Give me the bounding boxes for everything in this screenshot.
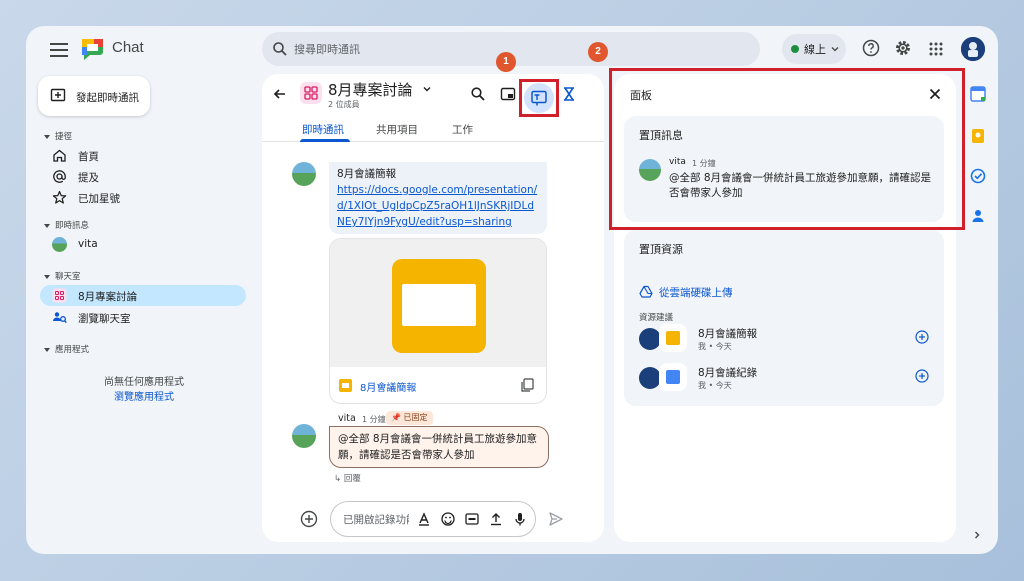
nav-mentions[interactable]: 提及 [40,166,246,187]
shared-link[interactable]: https://docs.google.com/presentation/d/1… [337,182,539,230]
link-preview-card[interactable]: 8月會議簡報 [329,238,547,404]
pin-icon: 📌 [391,413,401,422]
active-tab-indicator [300,139,350,142]
suggested-resources-label: 資源建議 [639,313,674,323]
resource-meta: 我 • 今天 [698,381,732,390]
no-apps-text: 尚無任何應用程式 [104,377,184,388]
highlight-box-pinned-messages [609,68,965,230]
message-text: 8月會議簡報 [337,168,397,180]
space-grid-icon [52,288,67,303]
star-icon [52,190,67,205]
keep-notes-icon[interactable] [970,128,986,144]
nav-starred[interactable]: 已加星號 [40,187,246,208]
nav-browse-spaces[interactable]: 瀏覽聊天室 [40,307,246,328]
room-name[interactable]: 8月專案討論 [328,79,413,100]
chat-pane: 8月專案討論 2 位成員 即時通訊 共用項目 工作 8月會議簡報 https:/… [262,74,604,542]
nav-home[interactable]: 首頁 [40,145,246,166]
tab-tasks[interactable]: 工作 [452,122,473,137]
pinned-message-bubble[interactable]: @全部 8月會議會一併統計員工旅遊參加意願，請確認是否會帶家人參加 [329,426,549,468]
search-icon [272,41,288,57]
resource-row-docs[interactable]: 8月會議紀錄 我 • 今天 [639,363,937,395]
section-shortcuts[interactable]: 捷徑 [44,130,72,142]
pinned-resources-heading: 置頂資源 [639,243,683,256]
status-label: 線上 [804,43,826,56]
tasks-panel-icon[interactable] [560,85,580,105]
member-count[interactable]: 2 位成員 [328,99,360,110]
main-menu-icon[interactable] [48,40,70,60]
resource-name: 8月會議簡報 [698,328,758,340]
at-sign-icon [52,169,67,184]
owner-avatar [639,328,661,350]
slides-large-icon [392,259,486,353]
message-time: 1 分鐘 [362,415,386,424]
resource-row-slides[interactable]: 8月會議簡報 我 • 今天 [639,324,937,356]
upload-icon[interactable] [489,512,503,526]
new-chat-button[interactable]: 發起即時通訊 [38,76,150,116]
room-tabs: 即時通訊 共用項目 工作 [262,118,604,142]
browse-apps-link[interactable]: 瀏覽應用程式 [56,388,232,403]
chevron-down-icon [830,44,840,54]
step-callout-1: 1 [496,52,516,72]
resource-name: 8月會議紀錄 [698,367,758,379]
calendar-icon[interactable] [970,86,986,102]
app-title: Chat [112,39,144,56]
message-avatar[interactable] [292,162,316,186]
browse-spaces-icon [52,310,67,325]
message-composer [330,501,536,537]
slides-icon [339,379,352,392]
chat-logo-icon [80,37,106,61]
nav-dm-vita[interactable]: vita [40,234,246,255]
gif-icon[interactable] [465,512,479,526]
apps-grid-icon[interactable] [928,41,944,57]
section-direct-messages[interactable]: 即時訊息 [44,219,89,231]
slides-file-icon [659,324,687,352]
app-window: Chat 線上 發起即時通訊 捷徑 [26,26,998,554]
contacts-icon[interactable] [970,208,986,224]
online-status-dot [791,45,799,53]
emoji-icon[interactable] [441,512,455,526]
text-format-icon[interactable] [417,512,431,526]
tasks-icon[interactable] [970,168,986,184]
nav-space-august-project[interactable]: 8月專案討論 [40,285,246,306]
pinned-resources-card: 置頂資源 從雲端硬碟上傳 資源建議 8月會議簡報 我 • 今天 8月會議紀錄 我… [624,230,944,406]
section-spaces[interactable]: 聊天室 [44,270,81,282]
vita-message-avatar[interactable] [292,424,316,448]
docs-file-icon [659,363,687,391]
account-avatar[interactable] [961,37,985,61]
add-resource-icon[interactable] [915,330,929,344]
send-icon[interactable] [548,511,564,527]
tab-shared-items[interactable]: 共用項目 [376,122,418,137]
add-resource-icon[interactable] [915,369,929,383]
highlight-box-pin-button [519,79,559,117]
home-icon [52,148,67,163]
search-in-room-icon[interactable] [470,86,490,106]
status-selector[interactable]: 線上 [782,34,846,64]
help-icon[interactable] [862,39,880,57]
vita-avatar [52,237,67,252]
tab-chat[interactable]: 即時通訊 [302,122,344,137]
copy-icon[interactable] [520,378,534,392]
microphone-icon[interactable] [513,512,527,526]
reply-button[interactable]: ↳ 回覆 [334,472,361,484]
resource-meta: 我 • 今天 [698,342,732,351]
new-chat-icon [50,88,66,104]
back-arrow-icon[interactable] [272,86,288,102]
drive-icon [639,285,653,299]
chevron-right-icon[interactable] [972,530,982,540]
slides-preview [330,239,546,367]
message-sender: vita [338,413,356,424]
message-bubble-link: 8月會議簡報 https://docs.google.com/presentat… [329,162,547,234]
settings-gear-icon[interactable] [894,39,912,57]
link-card-title[interactable]: 8月會議簡報 [360,379,416,394]
room-menu-chevron-icon[interactable] [422,84,432,94]
step-callout-2: 2 [588,42,608,62]
owner-avatar [639,367,661,389]
section-apps[interactable]: 應用程式 [44,343,89,355]
add-attachment-icon[interactable] [300,510,318,528]
message-input[interactable] [343,511,409,529]
room-grid-icon [300,82,322,104]
pinned-badge: 📌 已固定 [386,411,433,425]
picture-in-picture-icon[interactable] [500,86,520,106]
new-chat-label: 發起即時通訊 [76,92,139,104]
